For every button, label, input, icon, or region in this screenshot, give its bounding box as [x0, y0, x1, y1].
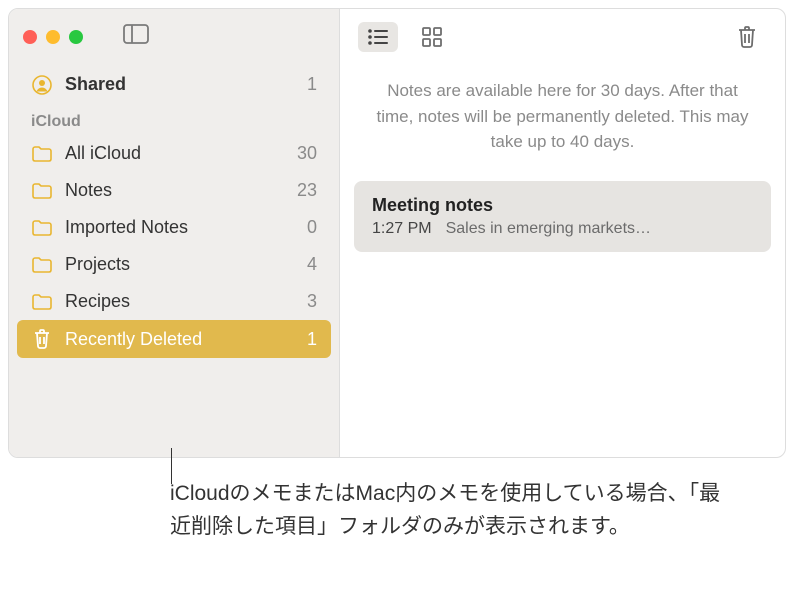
- shared-count: 1: [307, 74, 317, 95]
- trash-icon: [31, 328, 53, 350]
- folder-label: Recently Deleted: [65, 329, 295, 350]
- folder-label: Recipes: [65, 291, 295, 312]
- folder-icon: [31, 293, 53, 311]
- window-controls: [23, 30, 83, 44]
- list-view-button[interactable]: [358, 22, 398, 52]
- sidebar-item-imported-notes[interactable]: Imported Notes 0: [9, 209, 339, 246]
- info-text: Notes are available here for 30 days. Af…: [340, 64, 785, 181]
- note-time: 1:27 PM: [372, 220, 432, 238]
- notes-window: Shared 1 iCloud All iCloud 30 Notes 23: [8, 8, 786, 458]
- sidebar-item-shared[interactable]: Shared 1: [9, 64, 339, 109]
- sidebar-item-recently-deleted[interactable]: Recently Deleted 1: [17, 320, 331, 358]
- sidebar-toggle-button[interactable]: [123, 24, 149, 49]
- sidebar-item-projects[interactable]: Projects 4: [9, 246, 339, 283]
- folder-icon: [31, 145, 53, 163]
- note-item[interactable]: Meeting notes 1:27 PM Sales in emerging …: [354, 181, 771, 252]
- note-meta: 1:27 PM Sales in emerging markets…: [372, 220, 753, 238]
- note-preview: Sales in emerging markets…: [446, 220, 753, 238]
- sidebar-item-all-icloud[interactable]: All iCloud 30: [9, 135, 339, 172]
- main-pane: Notes are available here for 30 days. Af…: [340, 9, 785, 457]
- folder-count: 3: [307, 291, 317, 312]
- minimize-button[interactable]: [46, 30, 60, 44]
- folder-list: All iCloud 30 Notes 23 Imported Notes 0: [9, 135, 339, 358]
- close-button[interactable]: [23, 30, 37, 44]
- folder-count: 23: [297, 180, 317, 201]
- folder-icon: [31, 256, 53, 274]
- maximize-button[interactable]: [69, 30, 83, 44]
- sidebar: Shared 1 iCloud All iCloud 30 Notes 23: [9, 9, 340, 457]
- folder-count: 0: [307, 217, 317, 238]
- callout-text: iCloudのメモまたはMac内のメモを使用している場合、「最近削除した項目」フ…: [170, 478, 730, 543]
- delete-button[interactable]: [727, 22, 767, 52]
- folder-label: Projects: [65, 254, 295, 275]
- folder-count: 1: [307, 329, 317, 350]
- note-title: Meeting notes: [372, 195, 753, 216]
- shared-icon: [31, 75, 53, 95]
- folder-label: Imported Notes: [65, 217, 295, 238]
- folder-icon: [31, 219, 53, 237]
- folder-count: 30: [297, 143, 317, 164]
- folder-label: Notes: [65, 180, 285, 201]
- folder-icon: [31, 182, 53, 200]
- shared-label: Shared: [65, 74, 295, 95]
- folder-label: All iCloud: [65, 143, 285, 164]
- section-header-icloud: iCloud: [9, 109, 339, 135]
- folder-count: 4: [307, 254, 317, 275]
- sidebar-item-notes[interactable]: Notes 23: [9, 172, 339, 209]
- main-toolbar: [340, 9, 785, 64]
- grid-view-button[interactable]: [412, 22, 452, 52]
- sidebar-item-recipes[interactable]: Recipes 3: [9, 283, 339, 320]
- titlebar: [9, 9, 339, 64]
